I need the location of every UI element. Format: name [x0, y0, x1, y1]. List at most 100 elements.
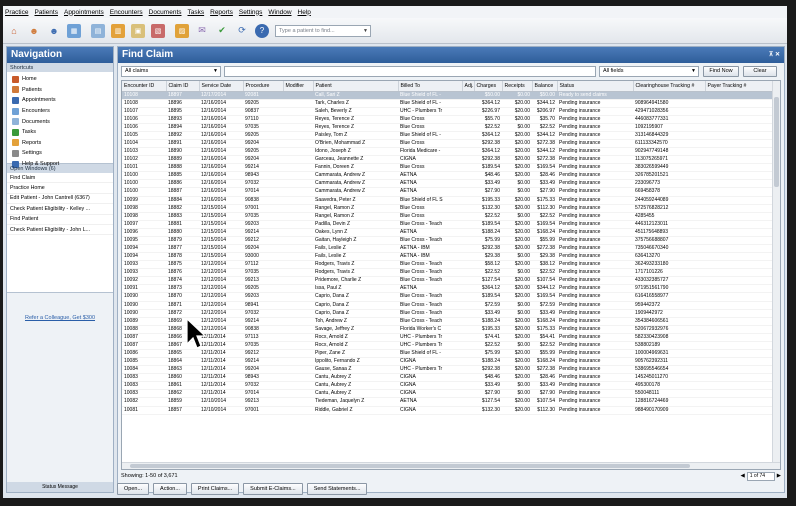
- column-header[interactable]: Receipts: [502, 81, 533, 92]
- column-header[interactable]: Patient: [313, 81, 399, 92]
- menu-item-reports[interactable]: Reports: [210, 9, 233, 16]
- horizontal-scrollbar[interactable]: [122, 462, 780, 469]
- scrollbar-thumb[interactable]: [774, 97, 779, 187]
- open-window-item[interactable]: Check Patient Eligibility - John L...: [7, 225, 113, 236]
- table-row[interactable]: 10083 18860 12/11/2014 98943 Cantu, Aubrey Z…: [122, 373, 774, 383]
- table-row[interactable]: 10107 18895 12/16/2014 90837 Saleh, Beverly …: [122, 107, 774, 116]
- menu-item-documents[interactable]: Documents: [149, 9, 182, 16]
- column-header[interactable]: Claim ID: [166, 81, 200, 92]
- prev-page-icon[interactable]: ◀: [741, 473, 745, 479]
- statements-icon[interactable]: ✉: [195, 24, 209, 38]
- table-row[interactable]: 10090 18870 12/12/2014 99203 Caprio, Dana ZB…: [122, 292, 774, 302]
- action-button-open[interactable]: Open...: [117, 483, 150, 495]
- settings-icon[interactable]: ▧: [151, 23, 165, 38]
- menu-item-encounters[interactable]: Encounters: [110, 9, 143, 16]
- chevron-down-icon[interactable]: ▼: [691, 68, 698, 74]
- table-row[interactable]: 10088 18868 12/12/2014 90838 Savage, Jeffrey…: [122, 325, 774, 334]
- action-button-submit-e-claims[interactable]: Submit E-Claims...: [243, 483, 303, 495]
- menu-item-practice[interactable]: Practice: [5, 9, 28, 16]
- table-row[interactable]: 10100 18885 12/16/2014 98943 Cammarata, Andr…: [122, 171, 774, 181]
- action-button-action[interactable]: Action...: [153, 483, 187, 495]
- refer-colleague-link[interactable]: Refer a Colleague, Get $300: [7, 315, 113, 321]
- table-row[interactable]: 10093 18875 12/12/2014 97112 Rodgers, Travis…: [122, 260, 774, 270]
- table-row[interactable]: 10084 18863 12/11/2014 99204 Gause, Sanaa ZU…: [122, 365, 774, 375]
- action-button-print-claims[interactable]: Print Claims...: [190, 483, 240, 495]
- documents-icon[interactable]: ▤: [91, 23, 105, 38]
- table-row[interactable]: 10090 18872 12/12/2014 97032 Caprio, Dana ZB…: [122, 309, 774, 318]
- refresh-icon[interactable]: ⟳: [235, 24, 249, 38]
- table-row[interactable]: 10081 18857 12/10/2014 97001 Riddle, Gabriel…: [122, 406, 774, 415]
- claim-filter-select[interactable]: All claims ▼: [121, 65, 221, 77]
- table-row[interactable]: 10089 18869 12/12/2014 99214 Toh, Andrew Z Bl…: [122, 317, 774, 326]
- shortcut-encounters[interactable]: Encounters: [7, 106, 113, 117]
- table-row[interactable]: 10099 18884 12/16/2014 90838 Saavedra, Peter…: [122, 196, 774, 205]
- tasks-icon[interactable]: ▥: [111, 23, 125, 38]
- menu-item-tasks[interactable]: Tasks: [188, 9, 205, 16]
- table-row[interactable]: 10098 18883 12/15/2014 97035 Rangel, Ramon Z…: [122, 212, 774, 221]
- check-icon[interactable]: ✔: [215, 24, 229, 38]
- shortcut-patients[interactable]: Patients: [7, 85, 113, 96]
- table-row[interactable]: 10085 18864 12/11/2014 99214 Ippolito, Ferna…: [122, 357, 774, 367]
- column-header[interactable]: Clearinghouse Tracking #: [633, 81, 706, 92]
- scrollbar-thumb[interactable]: [130, 464, 690, 468]
- patient-search-input[interactable]: Type a patient to find... ▼: [275, 24, 371, 37]
- table-row[interactable]: 10083 18861 12/11/2014 97032 Cantu, Aubrey Z…: [122, 381, 774, 391]
- table-row[interactable]: 10098 18882 12/15/2014 97001 Rangel, Ramon Z…: [122, 204, 774, 213]
- table-row[interactable]: 10108 18897 12/17/2014 92081 Call, Sari Z Blu…: [122, 91, 774, 100]
- table-row[interactable]: 10096 18880 12/15/2014 99214 Oakes, Lynn Z AE…: [122, 228, 774, 237]
- chevron-down-icon[interactable]: ▼: [363, 28, 370, 34]
- open-window-item[interactable]: Practice Home: [7, 183, 113, 194]
- field-filter-select[interactable]: All fields ▼: [599, 65, 699, 77]
- column-header[interactable]: Balance: [532, 81, 558, 92]
- patients-icon[interactable]: ☻: [27, 24, 41, 38]
- menu-item-help[interactable]: Help: [298, 9, 311, 16]
- open-window-item[interactable]: Edit Patient - John Cantrell (6367): [7, 194, 113, 205]
- column-header[interactable]: Encounter ID: [122, 81, 167, 92]
- help-icon[interactable]: ?: [255, 23, 269, 38]
- menu-item-patients[interactable]: Patients: [34, 9, 58, 16]
- shortcut-documents[interactable]: Documents: [7, 116, 113, 127]
- menu-item-window[interactable]: Window: [268, 9, 291, 16]
- menu-item-settings[interactable]: Settings: [239, 9, 263, 16]
- table-row[interactable]: 10082 18859 12/10/2014 99213 Tiedeman, Jaque…: [122, 397, 774, 407]
- home-icon[interactable]: ⌂: [7, 24, 21, 38]
- shortcut-reports[interactable]: Reports: [7, 138, 113, 149]
- appointments-icon[interactable]: ☻: [47, 24, 61, 38]
- table-row[interactable]: 10090 18871 12/12/2014 98941 Caprio, Dana ZB…: [122, 301, 774, 310]
- table-row[interactable]: 10095 18879 12/15/2014 99212 Gaitan, Hayleig…: [122, 236, 774, 245]
- column-header[interactable]: Status: [557, 81, 634, 92]
- shortcut-appointments[interactable]: Appointments: [7, 95, 113, 106]
- table-row[interactable]: 10094 18878 12/15/2014 93000 Fails, Leslie Z…: [122, 252, 774, 262]
- table-row[interactable]: 10106 18893 12/16/2014 97110 Reyes, Terence …: [122, 115, 774, 124]
- column-header[interactable]: Payer Tracking #: [705, 81, 775, 92]
- open-window-item[interactable]: Find Patient: [7, 215, 113, 225]
- search-text-input[interactable]: [224, 65, 596, 77]
- shortcut-tasks[interactable]: Tasks: [7, 127, 113, 138]
- column-header[interactable]: Billed To: [398, 81, 463, 92]
- column-header[interactable]: Procedure: [243, 81, 284, 92]
- table-row[interactable]: 10105 18892 12/16/2014 99205 Paisley, Tom ZB…: [122, 131, 774, 140]
- clear-button[interactable]: Clear: [743, 65, 777, 77]
- shortcut-settings[interactable]: Settings: [7, 148, 113, 159]
- table-row[interactable]: 10106 18894 12/16/2014 97035 Reyes, Terence …: [122, 123, 774, 132]
- column-header[interactable]: Service Date: [199, 81, 244, 92]
- table-row[interactable]: 10086 18865 12/11/2014 99212 Piper, Zane Z Bl…: [122, 349, 774, 359]
- shortcut-home[interactable]: Home: [7, 74, 113, 85]
- find-now-button[interactable]: Find Now: [703, 65, 739, 77]
- table-row[interactable]: 10092 18874 12/12/2014 99213 Pridemore, Char…: [122, 276, 774, 286]
- table-row[interactable]: 10102 18889 12/16/2014 99204 Garceau, Jeanne…: [122, 155, 774, 165]
- table-row[interactable]: 10087 18867 12/11/2014 97035 Rocx, Arnold ZU…: [122, 341, 774, 351]
- open-window-item[interactable]: Find Claim: [7, 173, 113, 184]
- table-row[interactable]: 10091 18873 12/12/2014 99205 Issa, Paul Z AET…: [122, 284, 774, 294]
- chevron-down-icon[interactable]: ▼: [213, 68, 220, 74]
- vertical-scrollbar[interactable]: [772, 81, 780, 469]
- column-header[interactable]: Modifier: [283, 81, 314, 92]
- table-row[interactable]: 10083 18862 12/11/2014 97014 Cantu, Aubrey Z…: [122, 389, 774, 399]
- reports-icon[interactable]: ▣: [131, 23, 145, 38]
- open-window-item[interactable]: Check Patient Eligibility - Kelley ...: [7, 204, 113, 215]
- column-header[interactable]: Adj.: [462, 81, 475, 92]
- table-row[interactable]: 10093 18876 12/12/2014 97035 Rodgers, Travis…: [122, 268, 774, 278]
- table-row[interactable]: 10101 18888 12/16/2014 99214 Fannin, Doreen …: [122, 163, 774, 173]
- table-row[interactable]: 10087 18866 12/11/2014 97113 Rocx, Arnold ZU…: [122, 333, 774, 342]
- pin-close-icon[interactable]: ⊼ ✕: [769, 49, 780, 61]
